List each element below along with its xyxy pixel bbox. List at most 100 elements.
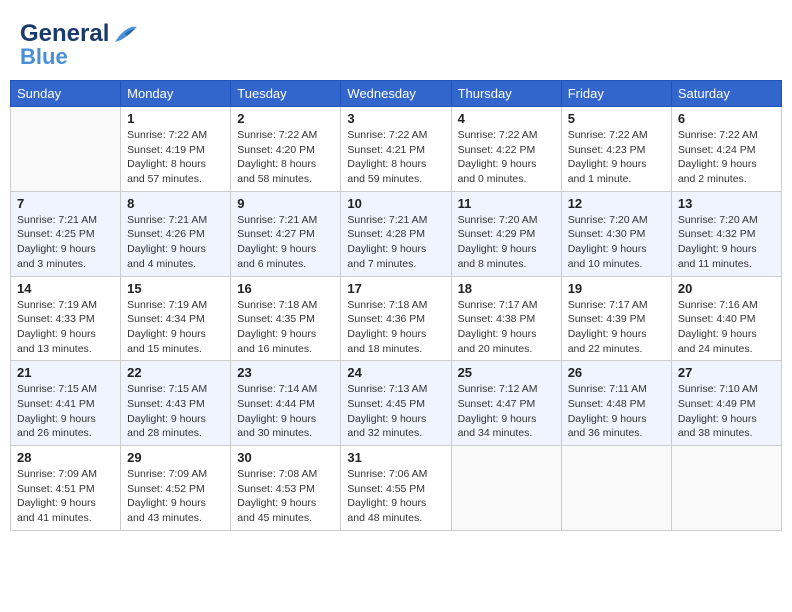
calendar-cell: 10 Sunrise: 7:21 AMSunset: 4:28 PMDayligh… xyxy=(341,191,451,276)
calendar-cell: 12 Sunrise: 7:20 AMSunset: 4:30 PMDayligh… xyxy=(561,191,671,276)
calendar-cell: 21 Sunrise: 7:15 AMSunset: 4:41 PMDayligh… xyxy=(11,361,121,446)
cell-date-number: 20 xyxy=(678,281,775,296)
calendar-cell: 17 Sunrise: 7:18 AMSunset: 4:36 PMDayligh… xyxy=(341,276,451,361)
cell-info-text: Sunrise: 7:19 AMSunset: 4:33 PMDaylight:… xyxy=(17,298,114,357)
cell-info-text: Sunrise: 7:14 AMSunset: 4:44 PMDaylight:… xyxy=(237,382,334,441)
calendar-cell: 9 Sunrise: 7:21 AMSunset: 4:27 PMDaylight… xyxy=(231,191,341,276)
cell-date-number: 31 xyxy=(347,450,444,465)
calendar-cell xyxy=(11,107,121,192)
cell-info-text: Sunrise: 7:15 AMSunset: 4:43 PMDaylight:… xyxy=(127,382,224,441)
calendar-cell: 31 Sunrise: 7:06 AMSunset: 4:55 PMDayligh… xyxy=(341,446,451,531)
cell-date-number: 24 xyxy=(347,365,444,380)
calendar-cell: 16 Sunrise: 7:18 AMSunset: 4:35 PMDayligh… xyxy=(231,276,341,361)
calendar-cell xyxy=(671,446,781,531)
logo: General Blue xyxy=(20,20,139,70)
cell-date-number: 2 xyxy=(237,111,334,126)
calendar-cell: 27Sunrise: 7:10 AMSunset: 4:49 PMDayligh… xyxy=(671,361,781,446)
cell-info-text: Sunrise: 7:06 AMSunset: 4:55 PMDaylight:… xyxy=(347,467,444,526)
cell-info-text: Sunrise: 7:18 AMSunset: 4:35 PMDaylight:… xyxy=(237,298,334,357)
cell-date-number: 5 xyxy=(568,111,665,126)
calendar-header-monday: Monday xyxy=(121,81,231,107)
calendar-cell: 14 Sunrise: 7:19 AMSunset: 4:33 PMDayligh… xyxy=(11,276,121,361)
calendar-header-saturday: Saturday xyxy=(671,81,781,107)
cell-info-text: Sunrise: 7:22 AMSunset: 4:23 PMDaylight:… xyxy=(568,128,665,187)
calendar-cell: 23 Sunrise: 7:14 AMSunset: 4:44 PMDayligh… xyxy=(231,361,341,446)
cell-date-number: 4 xyxy=(458,111,555,126)
cell-info-text: Sunrise: 7:16 AMSunset: 4:40 PMDaylight:… xyxy=(678,298,775,357)
header: General Blue xyxy=(10,10,782,75)
calendar-cell: 11 Sunrise: 7:20 AMSunset: 4:29 PMDayligh… xyxy=(451,191,561,276)
calendar-header-row: SundayMondayTuesdayWednesdayThursdayFrid… xyxy=(11,81,782,107)
cell-info-text: Sunrise: 7:17 AMSunset: 4:38 PMDaylight:… xyxy=(458,298,555,357)
cell-date-number: 27 xyxy=(678,365,775,380)
calendar-cell: 22 Sunrise: 7:15 AMSunset: 4:43 PMDayligh… xyxy=(121,361,231,446)
cell-date-number: 16 xyxy=(237,281,334,296)
cell-date-number: 7 xyxy=(17,196,114,211)
calendar-week-row: 21 Sunrise: 7:15 AMSunset: 4:41 PMDayligh… xyxy=(11,361,782,446)
calendar-cell: 6 Sunrise: 7:22 AMSunset: 4:24 PMDaylight… xyxy=(671,107,781,192)
calendar-cell: 24 Sunrise: 7:13 AMSunset: 4:45 PMDayligh… xyxy=(341,361,451,446)
calendar-cell: 15Sunrise: 7:19 AMSunset: 4:34 PMDayligh… xyxy=(121,276,231,361)
calendar-cell: 28Sunrise: 7:09 AMSunset: 4:51 PMDayligh… xyxy=(11,446,121,531)
cell-date-number: 13 xyxy=(678,196,775,211)
cell-info-text: Sunrise: 7:13 AMSunset: 4:45 PMDaylight:… xyxy=(347,382,444,441)
cell-date-number: 17 xyxy=(347,281,444,296)
cell-info-text: Sunrise: 7:12 AMSunset: 4:47 PMDaylight:… xyxy=(458,382,555,441)
cell-info-text: Sunrise: 7:20 AMSunset: 4:29 PMDaylight:… xyxy=(458,213,555,272)
cell-date-number: 1 xyxy=(127,111,224,126)
cell-date-number: 3 xyxy=(347,111,444,126)
cell-date-number: 21 xyxy=(17,365,114,380)
cell-date-number: 12 xyxy=(568,196,665,211)
cell-date-number: 23 xyxy=(237,365,334,380)
calendar-week-row: 1Sunrise: 7:22 AMSunset: 4:19 PMDaylight… xyxy=(11,107,782,192)
calendar-cell: 30Sunrise: 7:08 AMSunset: 4:53 PMDayligh… xyxy=(231,446,341,531)
cell-date-number: 6 xyxy=(678,111,775,126)
calendar-week-row: 28Sunrise: 7:09 AMSunset: 4:51 PMDayligh… xyxy=(11,446,782,531)
cell-date-number: 14 xyxy=(17,281,114,296)
cell-info-text: Sunrise: 7:18 AMSunset: 4:36 PMDaylight:… xyxy=(347,298,444,357)
calendar-cell: 2 Sunrise: 7:22 AMSunset: 4:20 PMDaylight… xyxy=(231,107,341,192)
cell-info-text: Sunrise: 7:08 AMSunset: 4:53 PMDaylight:… xyxy=(237,467,334,526)
calendar-table: SundayMondayTuesdayWednesdayThursdayFrid… xyxy=(10,80,782,531)
cell-date-number: 10 xyxy=(347,196,444,211)
calendar-cell xyxy=(451,446,561,531)
cell-date-number: 11 xyxy=(458,196,555,211)
cell-date-number: 18 xyxy=(458,281,555,296)
calendar-cell: 4 Sunrise: 7:22 AMSunset: 4:22 PMDaylight… xyxy=(451,107,561,192)
calendar-header-sunday: Sunday xyxy=(11,81,121,107)
calendar-body: 1Sunrise: 7:22 AMSunset: 4:19 PMDaylight… xyxy=(11,107,782,531)
calendar-cell: 7Sunrise: 7:21 AMSunset: 4:25 PMDaylight… xyxy=(11,191,121,276)
calendar-header-wednesday: Wednesday xyxy=(341,81,451,107)
calendar-cell: 3 Sunrise: 7:22 AMSunset: 4:21 PMDaylight… xyxy=(341,107,451,192)
cell-info-text: Sunrise: 7:20 AMSunset: 4:32 PMDaylight:… xyxy=(678,213,775,272)
cell-info-text: Sunrise: 7:21 AMSunset: 4:28 PMDaylight:… xyxy=(347,213,444,272)
calendar-cell: 25 Sunrise: 7:12 AMSunset: 4:47 PMDayligh… xyxy=(451,361,561,446)
calendar-header-thursday: Thursday xyxy=(451,81,561,107)
logo-blue: Blue xyxy=(20,44,68,70)
cell-date-number: 9 xyxy=(237,196,334,211)
cell-info-text: Sunrise: 7:22 AMSunset: 4:24 PMDaylight:… xyxy=(678,128,775,187)
cell-info-text: Sunrise: 7:22 AMSunset: 4:22 PMDaylight:… xyxy=(458,128,555,187)
cell-info-text: Sunrise: 7:22 AMSunset: 4:21 PMDaylight:… xyxy=(347,128,444,187)
calendar-cell: 5 Sunrise: 7:22 AMSunset: 4:23 PMDaylight… xyxy=(561,107,671,192)
cell-date-number: 29 xyxy=(127,450,224,465)
cell-date-number: 15 xyxy=(127,281,224,296)
cell-info-text: Sunrise: 7:20 AMSunset: 4:30 PMDaylight:… xyxy=(568,213,665,272)
calendar-cell: 20 Sunrise: 7:16 AMSunset: 4:40 PMDayligh… xyxy=(671,276,781,361)
cell-info-text: Sunrise: 7:15 AMSunset: 4:41 PMDaylight:… xyxy=(17,382,114,441)
calendar-week-row: 14 Sunrise: 7:19 AMSunset: 4:33 PMDayligh… xyxy=(11,276,782,361)
cell-date-number: 28 xyxy=(17,450,114,465)
calendar-cell: 13 Sunrise: 7:20 AMSunset: 4:32 PMDayligh… xyxy=(671,191,781,276)
cell-date-number: 25 xyxy=(458,365,555,380)
calendar-week-row: 7Sunrise: 7:21 AMSunset: 4:25 PMDaylight… xyxy=(11,191,782,276)
cell-info-text: Sunrise: 7:11 AMSunset: 4:48 PMDaylight:… xyxy=(568,382,665,441)
cell-date-number: 22 xyxy=(127,365,224,380)
cell-info-text: Sunrise: 7:22 AMSunset: 4:20 PMDaylight:… xyxy=(237,128,334,187)
calendar-cell: 26Sunrise: 7:11 AMSunset: 4:48 PMDayligh… xyxy=(561,361,671,446)
cell-info-text: Sunrise: 7:21 AMSunset: 4:26 PMDaylight:… xyxy=(127,213,224,272)
cell-date-number: 19 xyxy=(568,281,665,296)
calendar-cell: 8Sunrise: 7:21 AMSunset: 4:26 PMDaylight… xyxy=(121,191,231,276)
logo-bird-icon xyxy=(111,24,139,46)
cell-info-text: Sunrise: 7:21 AMSunset: 4:27 PMDaylight:… xyxy=(237,213,334,272)
calendar-cell: 1Sunrise: 7:22 AMSunset: 4:19 PMDaylight… xyxy=(121,107,231,192)
